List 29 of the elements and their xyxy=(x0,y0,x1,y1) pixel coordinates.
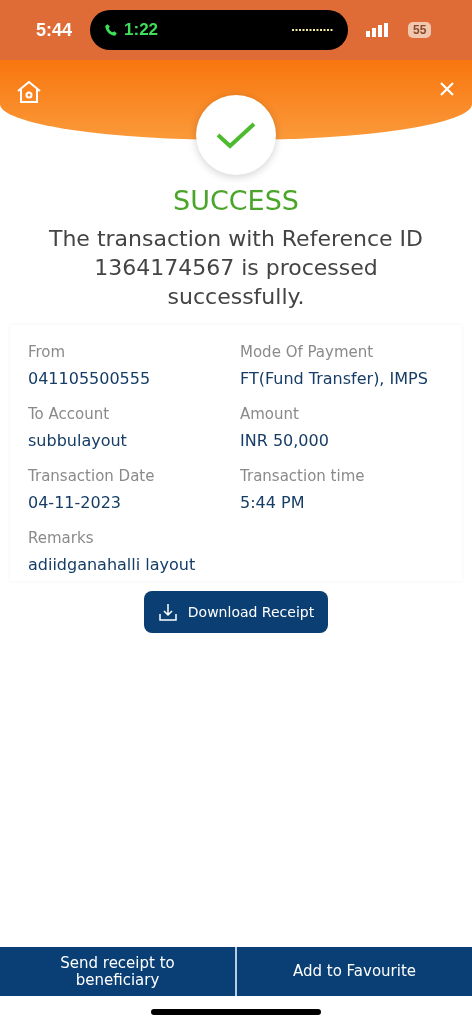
waveform-icon xyxy=(292,28,335,32)
detail-label: Transaction Date xyxy=(28,467,156,485)
detail-value: adiidganahalli layout xyxy=(28,554,197,576)
detail-value: 04-11-2023 xyxy=(28,492,122,514)
detail-label: Mode Of Payment xyxy=(240,343,375,361)
detail-label: Amount xyxy=(240,405,300,423)
detail-label: From xyxy=(28,343,67,361)
detail-label: To Account xyxy=(28,405,111,423)
detail-value: subbulayout xyxy=(28,430,128,452)
call-time: 1:22 xyxy=(124,20,159,40)
detail-label: Transaction time xyxy=(240,467,366,485)
detail-label: Remarks xyxy=(28,529,95,547)
success-title: SUCCESS xyxy=(172,185,300,216)
result-message: The transaction with Reference ID 1364174567 is processed successfully. xyxy=(47,225,425,311)
detail-value: FT(Fund Transfer), IMPS xyxy=(240,368,429,390)
check-icon xyxy=(216,121,256,149)
action-button[interactable]: Add to Favourite xyxy=(235,947,472,996)
detail-value: INR 50,000 xyxy=(240,430,330,452)
phone-icon xyxy=(104,22,119,38)
download-receipt-button[interactable]: Download Receipt xyxy=(143,591,329,633)
detail-value: 5:44 PM xyxy=(240,492,306,514)
close-button[interactable] xyxy=(438,80,456,98)
home-button[interactable] xyxy=(16,80,42,104)
detail-value: 041105500555 xyxy=(28,368,152,390)
signal-icon xyxy=(366,23,391,37)
battery-level: 55 xyxy=(408,22,432,38)
download-icon xyxy=(157,602,178,622)
status-time: 5:44 xyxy=(36,19,73,41)
action-button[interactable]: Send receipt to beneficiary xyxy=(0,947,235,996)
